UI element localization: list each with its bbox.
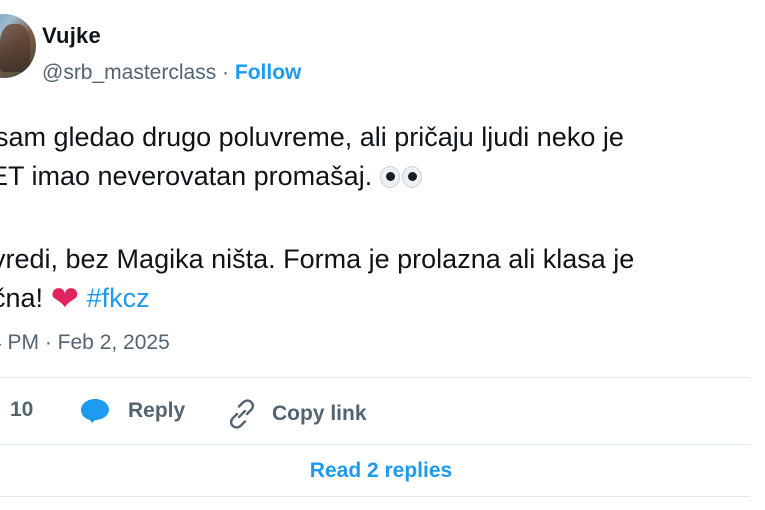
tweet-line-4-text: čna! bbox=[0, 283, 44, 313]
hashtag-link[interactable]: #fkcz bbox=[87, 283, 150, 313]
link-icon bbox=[229, 399, 255, 429]
author-handle-row: @srb_masterclass · Follow bbox=[42, 61, 301, 85]
divider bbox=[0, 496, 750, 497]
author-name[interactable]: Vujke bbox=[42, 23, 101, 49]
tweet-line-2: ET imao neverovatan promašaj. bbox=[0, 157, 424, 196]
tweet-line-3: vredi, bez Magika ništa. Forma je prolaz… bbox=[0, 244, 635, 274]
tweet-line-4: čna! ❤ #fkcz bbox=[0, 279, 150, 319]
reply-label: Reply bbox=[128, 399, 186, 422]
read-replies-button[interactable]: Read 2 replies bbox=[0, 445, 762, 496]
tweet-line-1: sam gledao drugo poluvreme, ali pričaju … bbox=[0, 122, 624, 152]
reply-button[interactable]: Reply bbox=[80, 398, 185, 424]
like-count-value: 10 bbox=[10, 398, 34, 421]
action-bar: 10 Reply Copy link bbox=[0, 378, 760, 444]
follow-button[interactable]: Follow bbox=[235, 61, 302, 84]
tweet-timestamp[interactable]: 4 PM · Feb 2, 2025 bbox=[0, 331, 170, 355]
author-handle[interactable]: @srb_masterclass bbox=[42, 61, 216, 84]
tweet-line-2-text: ET imao neverovatan promašaj. bbox=[0, 161, 373, 191]
avatar[interactable] bbox=[0, 14, 36, 78]
like-count[interactable]: 10 bbox=[10, 398, 33, 422]
copy-link-label: Copy link bbox=[272, 402, 367, 425]
separator-dot: · bbox=[222, 61, 230, 84]
copy-link-button[interactable]: Copy link bbox=[226, 398, 367, 430]
eyes-emoji-icon bbox=[379, 165, 424, 188]
reply-bubble-icon bbox=[81, 399, 109, 423]
heart-emoji-icon: ❤ bbox=[50, 280, 80, 318]
